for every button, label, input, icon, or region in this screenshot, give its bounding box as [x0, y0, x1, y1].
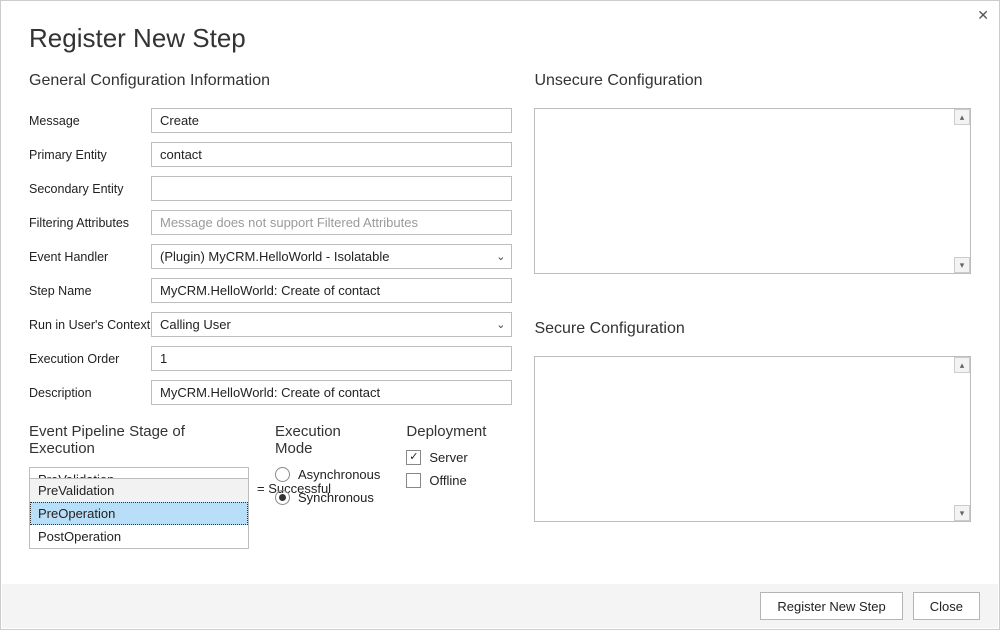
unsecure-heading: Unsecure Configuration — [534, 72, 971, 90]
run-context-select[interactable]: Calling User ⌄ — [151, 312, 512, 337]
execution-mode-column: Execution Mode Asynchronous Synchronous — [275, 423, 380, 513]
scroll-down-icon[interactable]: ▾ — [954, 257, 970, 273]
configuration-section: Unsecure Configuration ▴ ▾ Secure Config… — [512, 72, 971, 568]
secure-config-textarea[interactable]: ▴ ▾ — [534, 356, 971, 522]
step-name-input[interactable] — [151, 278, 512, 303]
register-step-window: ✕ Register New Step General Configuratio… — [0, 0, 1000, 630]
pipeline-option-postoperation[interactable]: PostOperation — [30, 525, 248, 548]
radio-icon — [275, 467, 290, 482]
register-button[interactable]: Register New Step — [760, 592, 902, 620]
pipeline-heading: Event Pipeline Stage of Execution — [29, 423, 249, 457]
execution-order-label: Execution Order — [29, 352, 151, 366]
pipeline-stage-column: Event Pipeline Stage of Execution PreVal… — [29, 423, 249, 513]
scroll-up-icon[interactable]: ▴ — [954, 357, 970, 373]
deployment-column: Deployment ✓ Server Offline — [406, 423, 486, 513]
run-context-value: Calling User — [160, 317, 231, 332]
pipeline-option-prevalidation[interactable]: PreValidation — [30, 479, 248, 502]
message-label: Message — [29, 114, 151, 128]
general-heading: General Configuration Information — [29, 72, 512, 90]
event-handler-value: (Plugin) MyCRM.HelloWorld - Isolatable — [160, 249, 390, 264]
radio-icon — [275, 490, 290, 505]
scroll-down-icon[interactable]: ▾ — [954, 505, 970, 521]
description-label: Description — [29, 386, 151, 400]
chevron-down-icon: ⌄ — [496, 250, 505, 263]
close-icon[interactable]: ✕ — [977, 7, 989, 24]
execution-mode-sync[interactable]: Synchronous — [275, 490, 380, 505]
page-title: Register New Step — [1, 1, 999, 54]
deployment-offline[interactable]: Offline — [406, 473, 486, 488]
secondary-entity-label: Secondary Entity — [29, 182, 151, 196]
message-input[interactable] — [151, 108, 512, 133]
secure-heading: Secure Configuration — [534, 320, 971, 338]
event-handler-select[interactable]: (Plugin) MyCRM.HelloWorld - Isolatable ⌄ — [151, 244, 512, 269]
primary-entity-input[interactable] — [151, 142, 512, 167]
checkbox-icon: ✓ — [406, 450, 421, 465]
execution-mode-async[interactable]: Asynchronous — [275, 467, 380, 482]
close-button[interactable]: Close — [913, 592, 980, 620]
execution-mode-sync-label: Synchronous — [298, 490, 374, 505]
secondary-entity-input[interactable] — [151, 176, 512, 201]
scroll-up-icon[interactable]: ▴ — [954, 109, 970, 125]
general-config-section: General Configuration Information Messag… — [29, 72, 512, 568]
dialog-footer: Register New Step Close — [2, 584, 998, 628]
description-input[interactable] — [151, 380, 512, 405]
pipeline-stage-dropdown: PreValidation PreOperation PostOperation — [29, 478, 249, 549]
filtering-attributes-label: Filtering Attributes — [29, 216, 151, 230]
event-handler-label: Event Handler — [29, 250, 151, 264]
filtering-attributes-input[interactable]: Message does not support Filtered Attrib… — [151, 210, 512, 235]
primary-entity-label: Primary Entity — [29, 148, 151, 162]
pipeline-option-preoperation[interactable]: PreOperation — [30, 502, 248, 525]
execution-mode-async-label: Asynchronous — [298, 467, 380, 482]
deployment-offline-label: Offline — [429, 473, 466, 488]
deployment-heading: Deployment — [406, 423, 486, 440]
execution-order-input[interactable] — [151, 346, 512, 371]
execution-mode-heading: Execution Mode — [275, 423, 380, 457]
checkbox-icon — [406, 473, 421, 488]
step-name-label: Step Name — [29, 284, 151, 298]
deployment-server-label: Server — [429, 450, 467, 465]
run-context-label: Run in User's Context — [29, 318, 151, 332]
chevron-down-icon: ⌄ — [496, 318, 505, 331]
unsecure-config-textarea[interactable]: ▴ ▾ — [534, 108, 971, 274]
deployment-server[interactable]: ✓ Server — [406, 450, 486, 465]
